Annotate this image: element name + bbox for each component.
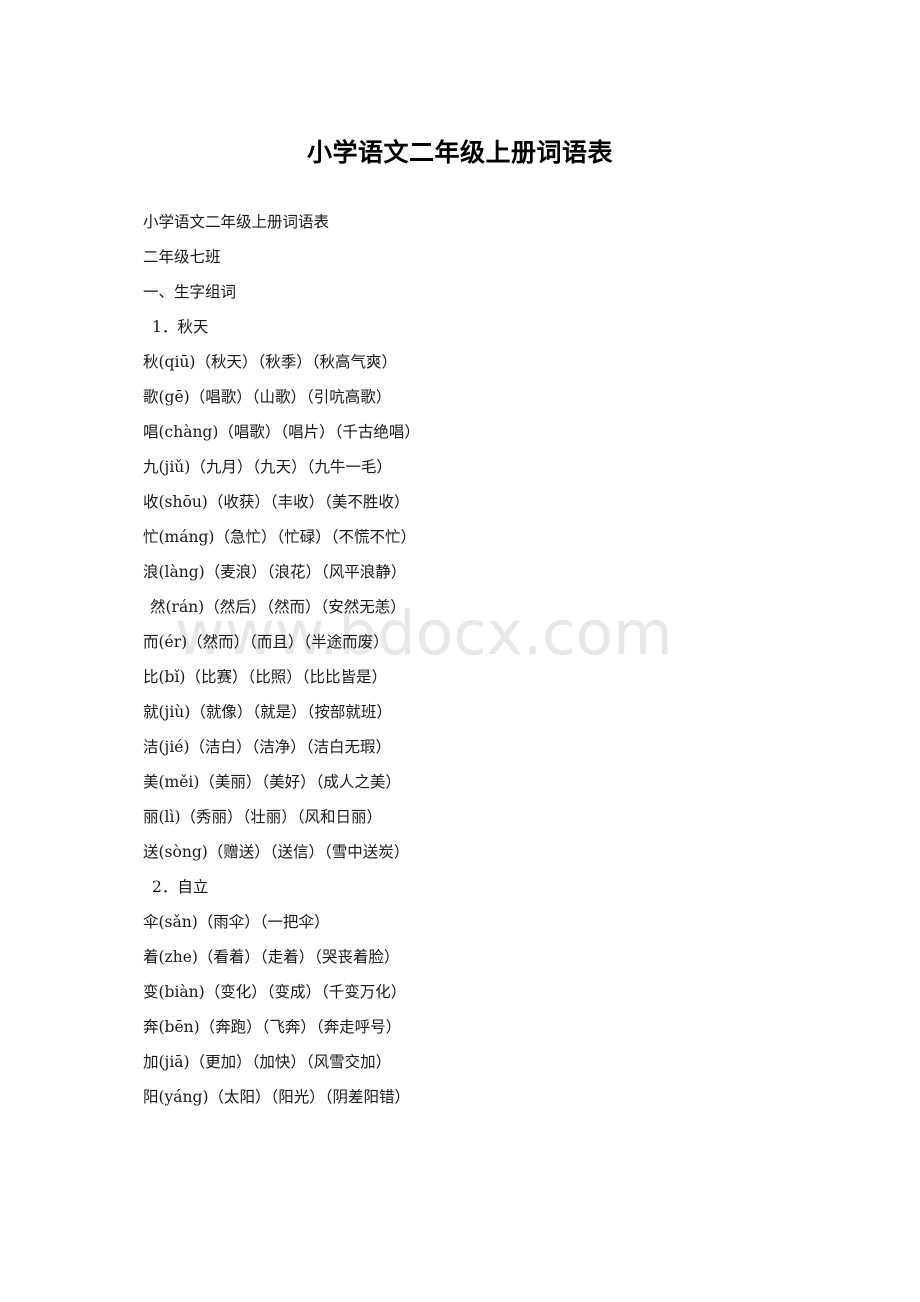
text-line: 收(shōu)（收获）（丰收）（美不胜收） [143, 493, 410, 511]
text-line: 着(zhe)（看着）（走着）（哭丧着脸） [143, 948, 400, 966]
text-line: 然(rán)（然后）（然而）（安然无恙） [150, 598, 406, 616]
text-line: 送(sòng)（赠送）（送信）（雪中送炭） [143, 843, 410, 861]
text-line: 伞(sǎn)（雨伞）（一把伞） [143, 913, 330, 931]
document-body: 小学语文二年级上册词语表 二年级七班一、生字组词 1．秋天秋(qiū)（秋天）（秋季… [143, 205, 843, 1115]
text-line: 丽(lì)（秀丽）（壮丽）（风和日丽） [143, 808, 383, 826]
text-line: 九(jiǔ)（九月）（九天）（九牛一毛） [143, 458, 392, 476]
text-line: 忙(máng)（急忙）（忙碌）（不慌不忙） [143, 528, 416, 546]
text-line: 变(biàn)（变化）（变成）（千变万化） [143, 983, 407, 1001]
text-line: 唱(chàng)（唱歌）（唱片）（千古绝唱） [143, 423, 420, 441]
text-line: 洁(jié)（洁白）（洁净）（洁白无瑕） [143, 738, 392, 756]
text-line: 就(jiù)（就像）（就是）（按部就班） [143, 703, 392, 721]
text-line: 阳(yáng)（太阳）（阳光）（阴差阳错） [143, 1088, 410, 1106]
page-title: 小学语文二年级上册词语表 [306, 138, 613, 167]
text-line: 1．秋天 [152, 318, 209, 336]
text-line: 浪(làng)（麦浪）（浪花）（风平浪静） [143, 563, 407, 581]
text-line: 小学语文二年级上册词语表 [143, 213, 330, 231]
text-line: 比(bǐ)（比赛）（比照）（比比皆是） [143, 668, 387, 686]
text-line: 美(měi)（美丽）（美好）（成人之美） [143, 773, 401, 791]
text-line: 秋(qiū)（秋天）（秋季）（秋高气爽） [143, 353, 397, 371]
text-line: 而(ér)（然而）（而且）（半途而废） [143, 633, 389, 651]
text-line: 歌(gē)（唱歌）（山歌）（引吭高歌） [143, 388, 392, 406]
document-page: www.bdocx.com 小学语文二年级上册词语表 小学语文二年级上册词语表二… [0, 0, 920, 1302]
text-line: 2．自立 [152, 878, 209, 896]
text-line: 二年级七班 [143, 248, 221, 266]
text-line: 加(jiā)（更加）（加快）（风雪交加） [143, 1053, 392, 1071]
text-line: 一、生字组词 [143, 283, 237, 301]
text-line: 奔(bēn)（奔跑）（飞奔）（奔走呼号） [143, 1018, 402, 1036]
